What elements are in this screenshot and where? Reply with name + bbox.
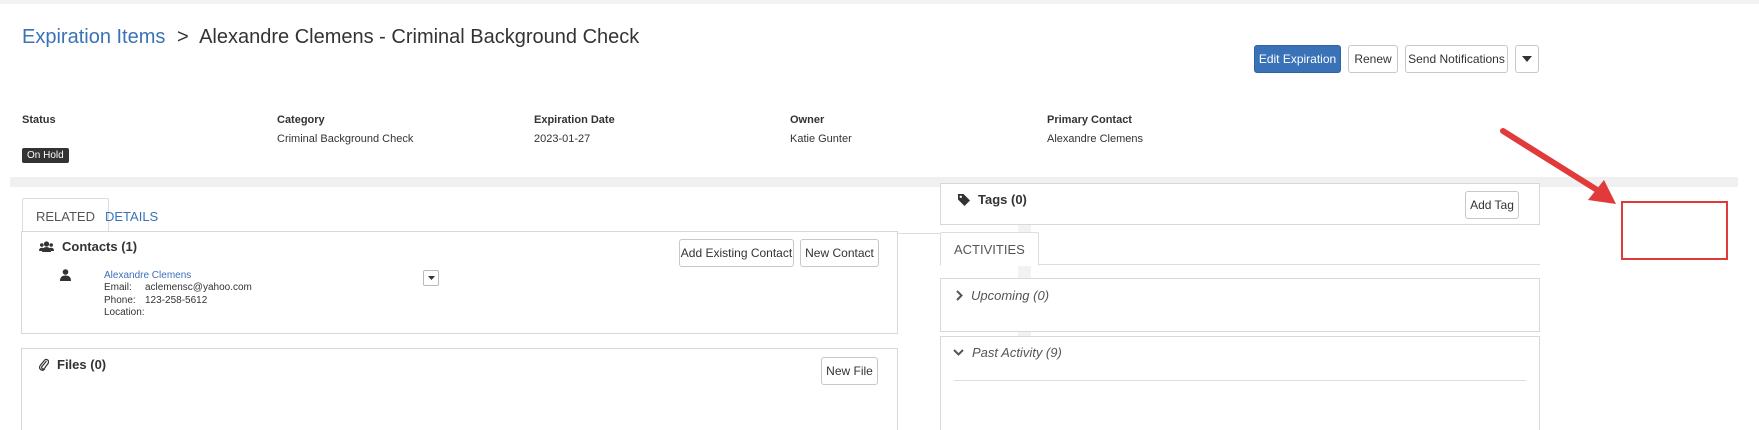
contact-phone-row: Phone: 123-258-5612 [104, 295, 207, 306]
contact-location-row: Location: [104, 307, 145, 318]
contact-phone-label: Phone: [104, 295, 136, 306]
renew-button[interactable]: Renew [1348, 45, 1398, 73]
upcoming-panel [940, 278, 1540, 332]
contacts-header: Contacts (1) [39, 239, 137, 254]
activities-tabs: ACTIVITIES [940, 232, 1540, 266]
contact-phone-value: 123-258-5612 [145, 295, 208, 306]
category-label: Category [277, 114, 325, 126]
chevron-down-icon [953, 349, 964, 356]
files-title: Files (0) [57, 357, 107, 372]
annotation-arrow [1500, 128, 1616, 204]
tab-activities[interactable]: ACTIVITIES [940, 232, 1039, 266]
primary-contact-value: Alexandre Clemens [1047, 133, 1143, 145]
new-file-button[interactable]: New File [821, 357, 878, 385]
add-existing-contact-button[interactable]: Add Existing Contact [679, 239, 794, 267]
tag-icon [958, 193, 970, 206]
users-icon [39, 240, 54, 253]
caret-down-icon [427, 276, 435, 280]
new-contact-button[interactable]: New Contact [800, 239, 879, 267]
upcoming-label: Upcoming (0) [971, 288, 1050, 303]
tab-details[interactable]: DETAILS [92, 198, 171, 235]
contacts-title: Contacts (1) [62, 239, 138, 254]
related-tabs: RELATED DETAILS [22, 198, 1007, 235]
past-activity-label: Past Activity (9) [972, 345, 1062, 360]
contact-email-label: Email: [104, 282, 132, 293]
contact-actions-dropdown[interactable] [423, 270, 439, 286]
contact-email-value: aclemensc@yahoo.com [145, 282, 252, 293]
files-header: Files (0) [39, 357, 106, 372]
page-title: Alexandre Clemens - Criminal Background … [199, 26, 640, 48]
files-panel [21, 348, 898, 430]
past-activity-divider [954, 380, 1526, 381]
contact-email-row: Email: aclemensc@yahoo.com [104, 282, 252, 293]
owner-label: Owner [790, 114, 825, 126]
more-actions-button[interactable] [1515, 45, 1539, 73]
annotation-highlight-box [1621, 201, 1728, 260]
past-activity-toggle[interactable]: Past Activity (9) [953, 345, 1062, 360]
tags-panel [940, 183, 1540, 225]
user-icon [60, 269, 71, 281]
primary-contact-label: Primary Contact [1047, 114, 1132, 126]
send-notifications-button[interactable]: Send Notifications [1405, 45, 1508, 73]
breadcrumb-link-expiration-items[interactable]: Expiration Items [22, 26, 165, 48]
category-value: Criminal Background Check [277, 133, 414, 145]
owner-value: Katie Gunter [790, 133, 852, 145]
contact-name-link[interactable]: Alexandre Clemens [104, 270, 191, 281]
expiration-date-value: 2023-01-27 [534, 133, 591, 145]
status-label: Status [22, 114, 56, 126]
edit-expiration-button[interactable]: Edit Expiration [1254, 45, 1341, 73]
upcoming-toggle[interactable]: Upcoming (0) [956, 288, 1049, 303]
breadcrumb: Expiration Items > Alexandre Clemens - C… [22, 26, 639, 49]
tags-header: Tags (0) [958, 192, 1027, 207]
contact-location-label: Location: [104, 307, 145, 318]
paperclip-icon [39, 358, 49, 371]
status-badge: On Hold [22, 148, 69, 163]
tags-title: Tags (0) [978, 192, 1027, 207]
caret-down-icon [1522, 56, 1532, 62]
top-divider [0, 0, 1759, 4]
breadcrumb-separator: > [176, 26, 189, 48]
expiration-date-label: Expiration Date [534, 114, 615, 126]
chevron-right-icon [956, 290, 963, 301]
